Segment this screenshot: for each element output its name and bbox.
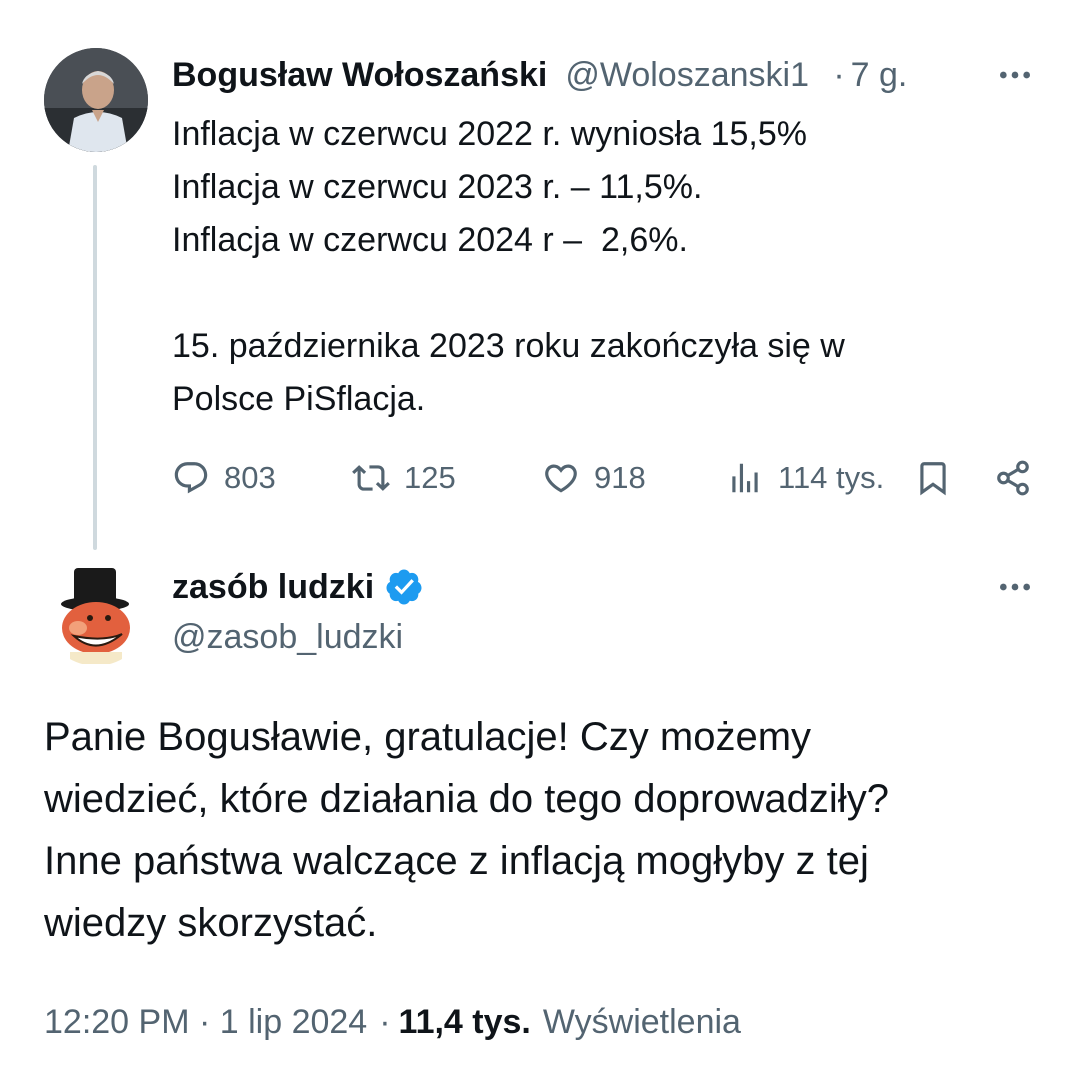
reply-author-name[interactable]: zasób ludzki <box>172 568 374 607</box>
retweet-icon <box>352 465 390 491</box>
bookmark-icon <box>920 462 946 496</box>
more-icon <box>1000 71 1030 79</box>
reply-text: Panie Bogusławie, gratulacje! Czy możemy… <box>44 715 889 945</box>
like-button[interactable]: 918 <box>542 450 646 506</box>
author-photo <box>44 48 148 152</box>
author-avatar[interactable] <box>44 48 148 152</box>
verified-badge-icon <box>386 569 422 605</box>
like-icon <box>545 464 577 493</box>
reply-header: zasób ludzki <box>172 564 424 610</box>
reply-timestamp[interactable]: 12:20 PM · 1 lip 2024 <box>44 1003 367 1042</box>
reply-author-handle[interactable]: @zasob_ludzki <box>172 618 403 657</box>
share-icon <box>997 460 1029 496</box>
views-count: 114 tys. <box>778 460 885 495</box>
separator-dot: · <box>379 1002 391 1041</box>
reply-button[interactable]: 803 <box>172 450 276 506</box>
views-icon <box>732 463 758 493</box>
tweet-time[interactable]: 7 g. <box>851 56 908 95</box>
bookmark-button[interactable] <box>914 450 952 506</box>
reply-count: 803 <box>224 460 276 495</box>
views-button[interactable]: 114 tys. <box>726 450 884 506</box>
retweet-count: 125 <box>404 460 456 495</box>
reply-meta: 12:20 PM · 1 lip 2024 · 11,4 tys. Wyświe… <box>44 996 741 1048</box>
reply-more-options-button[interactable] <box>992 564 1038 610</box>
retweet-button[interactable]: 125 <box>352 450 456 506</box>
reply-views-count: 11,4 tys. <box>398 1002 531 1041</box>
thread-connector <box>93 165 97 550</box>
reply-icon <box>174 462 208 494</box>
author-name[interactable]: Bogusław Wołoszański <box>172 56 547 95</box>
top-hat-character-avatar <box>44 562 148 666</box>
like-count: 918 <box>594 460 646 495</box>
separator-dot: · <box>833 55 845 94</box>
more-options-button[interactable] <box>992 52 1038 98</box>
reply-author-avatar[interactable] <box>44 562 148 666</box>
share-button[interactable] <box>994 450 1032 506</box>
reply-views-label: Wyświetlenia <box>542 1002 741 1041</box>
more-icon <box>1000 583 1030 591</box>
tweet-text: Inflacja w czerwcu 2022 r. wyniosła 15,5… <box>172 115 845 418</box>
tweet-header: Bogusław Wołoszański @Woloszanski1 · 7 g… <box>172 52 907 98</box>
tweet-action-bar: 803 125 918 114 tys. <box>172 450 1042 506</box>
author-handle[interactable]: @Woloszanski1 <box>565 56 827 95</box>
